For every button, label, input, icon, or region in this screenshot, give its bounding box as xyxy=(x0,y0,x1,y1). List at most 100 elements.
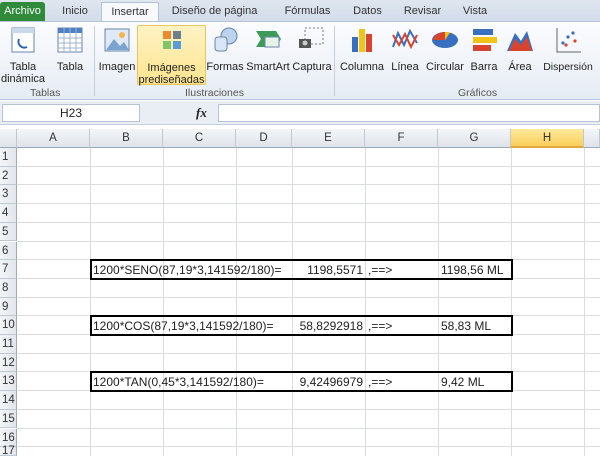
gridline xyxy=(90,148,91,456)
cell-b10-formula-text[interactable]: 1200*COS(87,19*3,141592/180)= xyxy=(93,318,273,334)
ribbon: Tabla dinámica Tabla Tablas Imagen Imáge… xyxy=(0,21,600,100)
tab-insertar[interactable]: Insertar xyxy=(101,2,159,21)
name-box[interactable]: H23 xyxy=(2,104,140,122)
tab-diseno-pagina[interactable]: Diseño de página xyxy=(162,2,267,21)
formula-input[interactable] xyxy=(218,104,600,122)
tab-archivo[interactable]: Archivo xyxy=(0,2,45,21)
clip-art-icon xyxy=(162,31,181,49)
gridline xyxy=(292,148,293,456)
tab-revisar[interactable]: Revisar xyxy=(395,2,450,21)
pivot-table-button[interactable]: Tabla dinámica xyxy=(0,25,46,85)
gridline xyxy=(163,148,164,456)
column-header-d[interactable]: D xyxy=(236,129,292,148)
gridline xyxy=(17,446,600,448)
gridline xyxy=(17,165,600,167)
smartart-button[interactable]: SmartArt xyxy=(244,25,292,73)
tab-datos[interactable]: Datos xyxy=(345,2,390,21)
row-header-3[interactable]: 3 xyxy=(0,185,17,205)
gridline xyxy=(365,148,366,456)
cell-e10-value[interactable]: 58,8292918 xyxy=(300,318,363,334)
line-chart-icon xyxy=(392,28,418,50)
group-separator xyxy=(334,26,335,96)
column-header-h[interactable]: H xyxy=(511,129,584,148)
pie-chart-icon xyxy=(432,31,458,48)
bar-chart-button[interactable]: Barra xyxy=(467,25,501,73)
group-label-tablas: Tablas xyxy=(30,87,61,99)
row-header-1[interactable]: 1 xyxy=(0,148,17,167)
row-header-15[interactable]: 15 xyxy=(0,409,17,429)
group-label-graficos: Gráficos xyxy=(458,87,498,99)
cell-f7-arrow[interactable]: ,==> xyxy=(368,262,392,278)
row-header-10[interactable]: 10 xyxy=(0,316,17,335)
row-header-7[interactable]: 7 xyxy=(0,260,17,279)
cell-g10-result[interactable]: 58,83 ML xyxy=(441,318,491,334)
ribbon-tabs: Archivo Inicio Insertar Diseño de página… xyxy=(0,0,600,21)
insert-function-icon[interactable]: fx xyxy=(196,105,207,121)
table-button[interactable]: Tabla xyxy=(52,25,88,73)
tab-formulas[interactable]: Fórmulas xyxy=(275,2,340,21)
area-chart-icon xyxy=(507,31,533,51)
scatter-chart-button[interactable]: Dispersión xyxy=(538,25,598,73)
shapes-button[interactable]: Formas xyxy=(206,25,244,73)
row-header-5[interactable]: 5 xyxy=(0,222,17,242)
column-header-c[interactable]: C xyxy=(163,129,236,148)
cell-f13-arrow[interactable]: ,==> xyxy=(368,374,392,390)
gridline xyxy=(438,148,439,456)
row-header-8[interactable]: 8 xyxy=(0,278,17,298)
column-header-b[interactable]: B xyxy=(90,129,163,148)
bar-chart-icon xyxy=(473,29,497,51)
cell-g7-result[interactable]: 1198,56 ML xyxy=(441,262,504,278)
cell-b7-formula-text[interactable]: 1200*SENO(87,19*3,141592/180)= xyxy=(93,262,281,278)
image-button[interactable]: Imagen xyxy=(97,25,137,73)
smartart-icon xyxy=(256,31,281,48)
column-chart-icon xyxy=(352,29,372,52)
cell-e7-value[interactable]: 1198,5571 xyxy=(307,262,363,278)
gridline xyxy=(17,427,600,429)
cell-g13-result[interactable]: 9,42 ML xyxy=(441,374,484,390)
pie-chart-button[interactable]: Circular xyxy=(424,25,466,73)
gridline xyxy=(17,240,600,242)
shapes-icon xyxy=(214,27,238,52)
group-label-ilustraciones: Ilustraciones xyxy=(185,87,244,99)
gridline xyxy=(584,148,585,456)
tab-inicio[interactable]: Inicio xyxy=(50,2,100,21)
cell-f10-arrow[interactable]: ,==> xyxy=(368,318,392,334)
column-header-e[interactable]: E xyxy=(292,129,365,148)
gridline xyxy=(17,203,600,205)
gridline xyxy=(17,408,600,410)
cell-e13-value[interactable]: 9,42496979 xyxy=(300,374,363,390)
row-header-9[interactable]: 9 xyxy=(0,297,17,317)
formula-bar: H23 fx xyxy=(0,101,600,125)
column-header-g[interactable]: G xyxy=(438,129,511,148)
gridline xyxy=(17,221,600,223)
gridline xyxy=(17,184,600,186)
row-header-12[interactable]: 12 xyxy=(0,353,17,373)
screenshot-button[interactable]: Captura xyxy=(291,25,333,73)
select-all-corner[interactable] xyxy=(0,129,17,148)
row-header-2[interactable]: 2 xyxy=(0,166,17,186)
column-header-f[interactable]: F xyxy=(365,129,438,148)
row-header-17[interactable]: 17 xyxy=(0,446,17,457)
row-header-14[interactable]: 14 xyxy=(0,391,17,410)
column-chart-button[interactable]: Columna xyxy=(338,25,386,73)
gridline xyxy=(17,352,600,354)
screenshot-icon xyxy=(299,27,324,48)
row-header-13[interactable]: 13 xyxy=(0,372,17,392)
tab-vista[interactable]: Vista xyxy=(455,2,495,21)
gridline xyxy=(236,148,237,456)
image-icon xyxy=(104,28,130,52)
clip-art-button[interactable]: Imágenes prediseñadas xyxy=(137,25,206,86)
scatter-chart-icon xyxy=(556,28,581,53)
row-header-11[interactable]: 11 xyxy=(0,335,17,354)
spreadsheet-grid[interactable]: A B C D E F G H 1 2 3 4 5 6 7 8 9 10 11 12 13 14 15 16 1… xyxy=(0,129,600,457)
row-header-6[interactable]: 6 xyxy=(0,241,17,261)
line-chart-button[interactable]: Línea xyxy=(388,25,422,73)
pivot-table-icon xyxy=(11,27,35,53)
table-icon xyxy=(57,27,83,53)
gridline xyxy=(511,148,512,456)
column-header-a[interactable]: A xyxy=(17,129,90,148)
row-header-4[interactable]: 4 xyxy=(0,204,17,223)
column-header-next[interactable] xyxy=(584,129,600,148)
area-chart-button[interactable]: Área xyxy=(504,25,536,73)
cell-b13-formula-text[interactable]: 1200*TAN(0,45*3,141592/180)= xyxy=(93,374,264,390)
